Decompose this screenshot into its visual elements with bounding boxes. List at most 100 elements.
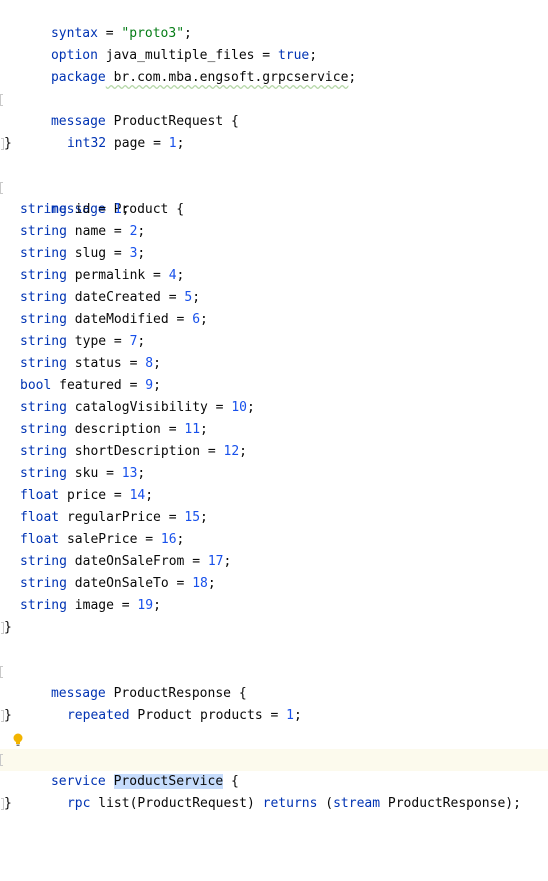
fold-marker[interactable] bbox=[0, 754, 3, 766]
code-line-product-field[interactable]: string permalink = 4; bbox=[0, 265, 548, 287]
field-name: featured = bbox=[51, 378, 146, 393]
field-name: permalink = bbox=[66, 268, 169, 283]
field-number: 6 bbox=[192, 312, 201, 327]
field-type: string bbox=[20, 312, 67, 327]
field-number: 17 bbox=[207, 554, 224, 569]
field-number: 13 bbox=[121, 466, 138, 481]
code-line-product-field[interactable]: string id = 1; bbox=[0, 199, 548, 221]
field-type: string bbox=[20, 598, 67, 613]
code-line-product-field[interactable]: string shortDescription = 12; bbox=[0, 441, 548, 463]
code-line-product-field[interactable]: string description = 11; bbox=[0, 419, 548, 441]
field-type: string bbox=[20, 400, 67, 415]
field-end: ; bbox=[121, 202, 130, 217]
field-type: string bbox=[20, 444, 67, 459]
code-line-request-header[interactable]: message ProductRequest { bbox=[0, 89, 548, 129]
code-line-product-field[interactable]: string dateCreated = 5; bbox=[0, 287, 548, 309]
field-name: id = bbox=[66, 202, 114, 217]
code-line-product-field[interactable]: float salePrice = 16; bbox=[0, 529, 548, 551]
field-name: dateModified = bbox=[66, 312, 193, 327]
field-number: 9 bbox=[145, 378, 154, 393]
field-type: string bbox=[20, 334, 67, 349]
code-line-service-header[interactable]: service ProductService { bbox=[0, 749, 548, 789]
fold-marker[interactable] bbox=[0, 666, 3, 678]
field-end: ; bbox=[137, 224, 146, 239]
field-declaration: float price = 14; bbox=[20, 485, 153, 507]
code-line-product-field[interactable]: string slug = 3; bbox=[0, 243, 548, 265]
field-type: string bbox=[20, 246, 67, 261]
code-line-product-field[interactable]: string sku = 13; bbox=[0, 463, 548, 485]
field-number: 4 bbox=[168, 268, 177, 283]
field-declaration: string dateOnSaleFrom = 17; bbox=[20, 551, 231, 573]
field-type: bool bbox=[20, 378, 52, 393]
field-declaration: string dateCreated = 5; bbox=[20, 287, 200, 309]
field-number: 11 bbox=[184, 422, 201, 437]
field-end: ; bbox=[192, 290, 201, 305]
code-line-option[interactable]: option java_multiple_files = true; bbox=[0, 23, 548, 63]
field-type: string bbox=[20, 268, 67, 283]
field-number: 19 bbox=[137, 598, 154, 613]
field-declaration: float salePrice = 16; bbox=[20, 529, 184, 551]
code-line-product-field[interactable]: string catalogVisibility = 10; bbox=[0, 397, 548, 419]
code-line-product-field[interactable]: string dateOnSaleTo = 18; bbox=[0, 573, 548, 595]
code-line-request-field[interactable]: int32 page = 1; bbox=[0, 111, 548, 151]
field-declaration: string status = 8; bbox=[20, 353, 161, 375]
lightbulb-icon[interactable] bbox=[12, 733, 24, 747]
field-type: string bbox=[20, 576, 67, 591]
code-line-product-field[interactable]: float price = 14; bbox=[0, 485, 548, 507]
code-line-product-close[interactable]: } bbox=[0, 617, 548, 639]
code-line-response-close[interactable]: } bbox=[0, 705, 548, 727]
code-line-package[interactable]: package br.com.mba.engsoft.grpcservice; bbox=[0, 45, 548, 85]
field-name: dateCreated = bbox=[66, 290, 185, 305]
field-type: float bbox=[20, 488, 60, 503]
field-end: ; bbox=[207, 576, 216, 591]
code-line-product-field[interactable]: string image = 19; bbox=[0, 595, 548, 617]
code-line-response-field[interactable]: repeated Product products = 1; bbox=[0, 683, 548, 723]
code-line-product-header[interactable]: message Product { bbox=[0, 177, 548, 217]
field-end: ; bbox=[153, 598, 161, 613]
field-number: 8 bbox=[145, 356, 154, 371]
field-name: salePrice = bbox=[59, 532, 161, 547]
field-number: 16 bbox=[160, 532, 177, 547]
field-declaration: string sku = 13; bbox=[20, 463, 145, 485]
field-end: ; bbox=[200, 510, 208, 525]
field-declaration: string description = 11; bbox=[20, 419, 208, 441]
code-line-syntax[interactable]: syntax = "proto3"; bbox=[0, 1, 548, 41]
field-declaration: string catalogVisibility = 10; bbox=[20, 397, 255, 419]
field-name: shortDescription = bbox=[66, 444, 224, 459]
field-name: description = bbox=[66, 422, 185, 437]
code-line-product-field[interactable]: string name = 2; bbox=[0, 221, 548, 243]
field-declaration: string slug = 3; bbox=[20, 243, 145, 265]
code-line-rpc[interactable]: rpc list(ProductRequest) returns (stream… bbox=[0, 771, 548, 811]
field-end: ; bbox=[153, 378, 161, 393]
code-line-product-field[interactable]: string dateOnSaleFrom = 17; bbox=[0, 551, 548, 573]
field-declaration: string dateModified = 6; bbox=[20, 309, 208, 331]
code-line-response-header[interactable]: message ProductResponse { bbox=[0, 661, 548, 701]
closing-brace: } bbox=[4, 620, 12, 635]
field-name: name = bbox=[66, 224, 130, 239]
closing-brace: } bbox=[4, 136, 12, 151]
field-name: type = bbox=[66, 334, 130, 349]
code-line-product-field[interactable]: string type = 7; bbox=[0, 331, 548, 353]
field-declaration: string shortDescription = 12; bbox=[20, 441, 247, 463]
code-line-product-field[interactable]: float regularPrice = 15; bbox=[0, 507, 548, 529]
code-line-request-close[interactable]: } bbox=[0, 133, 548, 155]
field-name: image = bbox=[66, 598, 138, 613]
field-type: float bbox=[20, 532, 60, 547]
field-name: dateOnSaleFrom = bbox=[66, 554, 208, 569]
field-declaration: string name = 2; bbox=[20, 221, 145, 243]
code-line-product-field[interactable]: string status = 8; bbox=[0, 353, 548, 375]
code-line-product-field[interactable]: bool featured = 9; bbox=[0, 375, 548, 397]
field-name: catalogVisibility = bbox=[66, 400, 232, 415]
code-line-service-close[interactable]: } bbox=[0, 793, 548, 815]
fold-marker[interactable] bbox=[0, 94, 3, 106]
field-number: 14 bbox=[129, 488, 146, 503]
field-type: string bbox=[20, 224, 67, 239]
field-type: string bbox=[20, 202, 67, 217]
field-name: regularPrice = bbox=[59, 510, 185, 525]
field-end: ; bbox=[200, 312, 208, 327]
field-name: sku = bbox=[66, 466, 122, 481]
fold-marker[interactable] bbox=[0, 182, 3, 194]
code-editor[interactable]: syntax = "proto3"; option java_multiple_… bbox=[0, 0, 548, 832]
field-type: string bbox=[20, 554, 67, 569]
code-line-product-field[interactable]: string dateModified = 6; bbox=[0, 309, 548, 331]
